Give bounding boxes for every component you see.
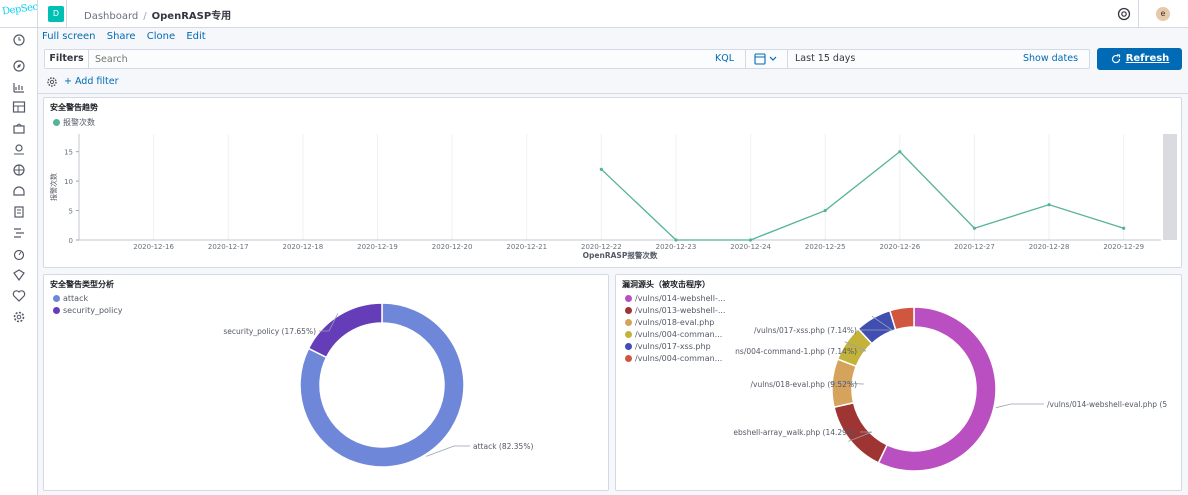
filter-settings-gear-icon[interactable]: [46, 76, 58, 88]
breadcrumb-separator: /: [143, 11, 147, 22]
query-bar: Filters KQL Last 15 days Show dates: [44, 49, 1090, 69]
siem-icon[interactable]: [12, 268, 26, 282]
full-screen-link[interactable]: Full screen: [42, 31, 96, 42]
data-point: [1122, 226, 1126, 230]
logo-text: DepSecure: [1, 0, 38, 18]
data-point: [748, 238, 753, 242]
series-line: [600, 150, 1124, 241]
clone-link[interactable]: Clone: [147, 31, 175, 42]
data-point: [599, 167, 603, 171]
uptime-icon[interactable]: [12, 247, 26, 261]
vuln-source-panel: 漏洞源头（被攻击程序） /vulns/014-webshell-... /vul…: [615, 274, 1182, 491]
breadcrumb: Dashboard / OpenRASP专用: [84, 7, 231, 22]
kql-toggle[interactable]: KQL: [715, 53, 734, 64]
refresh-icon: [1111, 54, 1121, 64]
x-tick-label: 2020-12-16: [133, 243, 174, 251]
app-logo[interactable]: DepSecure: [0, 0, 38, 28]
infrastructure-icon[interactable]: [12, 184, 26, 198]
callout-label: /vulns/017-xss.php (7.14%): [754, 326, 857, 335]
y-tick-label: 0: [69, 237, 73, 245]
refresh-button[interactable]: Refresh: [1097, 48, 1182, 70]
data-point: [823, 208, 827, 213]
calendar-icon[interactable]: [751, 53, 783, 65]
x-tick-label: 2020-12-17: [208, 243, 249, 251]
callout-label: security_policy (17.65%): [223, 327, 316, 336]
visualize-icon[interactable]: [12, 80, 26, 94]
chart-scroll-strip: [1163, 134, 1177, 240]
pie-slice: [307, 302, 383, 359]
x-tick-label: 2020-12-28: [1029, 243, 1070, 251]
discover-icon[interactable]: [12, 59, 26, 73]
add-filter-button[interactable]: + Add filter: [64, 76, 119, 87]
side-nav: [0, 28, 38, 495]
callout-label: /vulns/014-webshell-eval.php (5: [1047, 400, 1167, 409]
y-tick-label: 15: [64, 149, 73, 157]
x-tick-label: 2020-12-24: [730, 243, 771, 251]
dashboard-icon[interactable]: [12, 100, 26, 114]
x-tick-label: 2020-12-23: [656, 243, 697, 251]
x-tick-label: 2020-12-25: [805, 243, 846, 251]
canvas-icon[interactable]: [12, 122, 26, 136]
x-tick-label: 2020-12-19: [357, 243, 398, 251]
x-tick-label: 2020-12-29: [1103, 243, 1144, 251]
data-point: [1047, 203, 1051, 207]
help-icon[interactable]: [1117, 7, 1131, 21]
apm-icon[interactable]: [12, 226, 26, 240]
y-tick-label: 5: [69, 208, 73, 216]
dashboard-menu: Full screen Share Clone Edit: [42, 31, 214, 42]
share-link[interactable]: Share: [107, 31, 136, 42]
line-chart: 0 5 10 15 2020-12-16 2020-12-17 2020-12-18 2020…: [49, 134, 1177, 260]
recent-icon[interactable]: [12, 33, 26, 47]
filter-divider: [38, 93, 1188, 94]
kql-divider: [745, 50, 746, 68]
callout-label: ebshell-array_walk.php (14.29%): [733, 428, 857, 437]
x-tick-label: 2020-12-22: [581, 243, 622, 251]
data-point: [674, 238, 678, 242]
callout-line: [995, 403, 1044, 409]
x-tick-label: 2020-12-26: [879, 243, 920, 251]
x-axis-title: OpenRASP报警次数: [583, 250, 658, 260]
alert-trend-panel: 安全警告趋势 报警次数 0 5 10 15 2020-12-16 2020-12-17 20…: [43, 97, 1182, 268]
space-avatar[interactable]: D: [48, 6, 64, 22]
search-input[interactable]: [95, 51, 695, 67]
breadcrumb-dashboard[interactable]: Dashboard: [84, 11, 138, 22]
callout-label: attack (82.35%): [473, 442, 533, 451]
header-divider: [66, 0, 67, 28]
x-tick-label: 2020-12-21: [506, 243, 547, 251]
refresh-label: Refresh: [1125, 53, 1170, 64]
monitoring-icon[interactable]: [12, 289, 26, 303]
pie-slice: [877, 306, 997, 472]
filters-label: Filters: [45, 50, 89, 68]
x-tick-label: 2020-12-27: [954, 243, 995, 251]
ml-icon[interactable]: [12, 163, 26, 177]
callout-label: ns/004-command-1.php (7.14%): [735, 347, 857, 356]
alert-type-donut-chart: attack (82.35%) security_policy (17.65%): [223, 302, 533, 468]
top-header: D Dashboard / OpenRASP专用 e: [38, 0, 1188, 28]
y-tick-label: 10: [64, 178, 73, 186]
vuln-source-donut-chart: /vulns/014-webshell-eval.php (5 ebshell-a…: [733, 306, 1167, 472]
data-point: [972, 226, 977, 230]
logs-icon[interactable]: [12, 205, 26, 219]
edit-link[interactable]: Edit: [186, 31, 205, 42]
user-avatar[interactable]: e: [1156, 7, 1170, 21]
maps-icon[interactable]: [12, 142, 26, 156]
breadcrumb-current: OpenRASP专用: [151, 11, 232, 22]
y-axis-title: 报警次数: [49, 173, 58, 201]
x-tick-label: 2020-12-18: [283, 243, 324, 251]
callout-label: /vulns/018-eval.php (9.52%): [751, 380, 858, 389]
x-tick-label: 2020-12-20: [432, 243, 473, 251]
header-divider-right: [1138, 0, 1139, 28]
time-range-value[interactable]: Last 15 days: [795, 53, 855, 64]
show-dates-link[interactable]: Show dates: [1023, 53, 1078, 64]
time-divider: [787, 50, 788, 68]
management-gear-icon[interactable]: [12, 310, 26, 324]
data-point: [898, 150, 902, 154]
alert-type-panel: 安全警告类型分析 attack security_policy attack (…: [43, 274, 609, 491]
